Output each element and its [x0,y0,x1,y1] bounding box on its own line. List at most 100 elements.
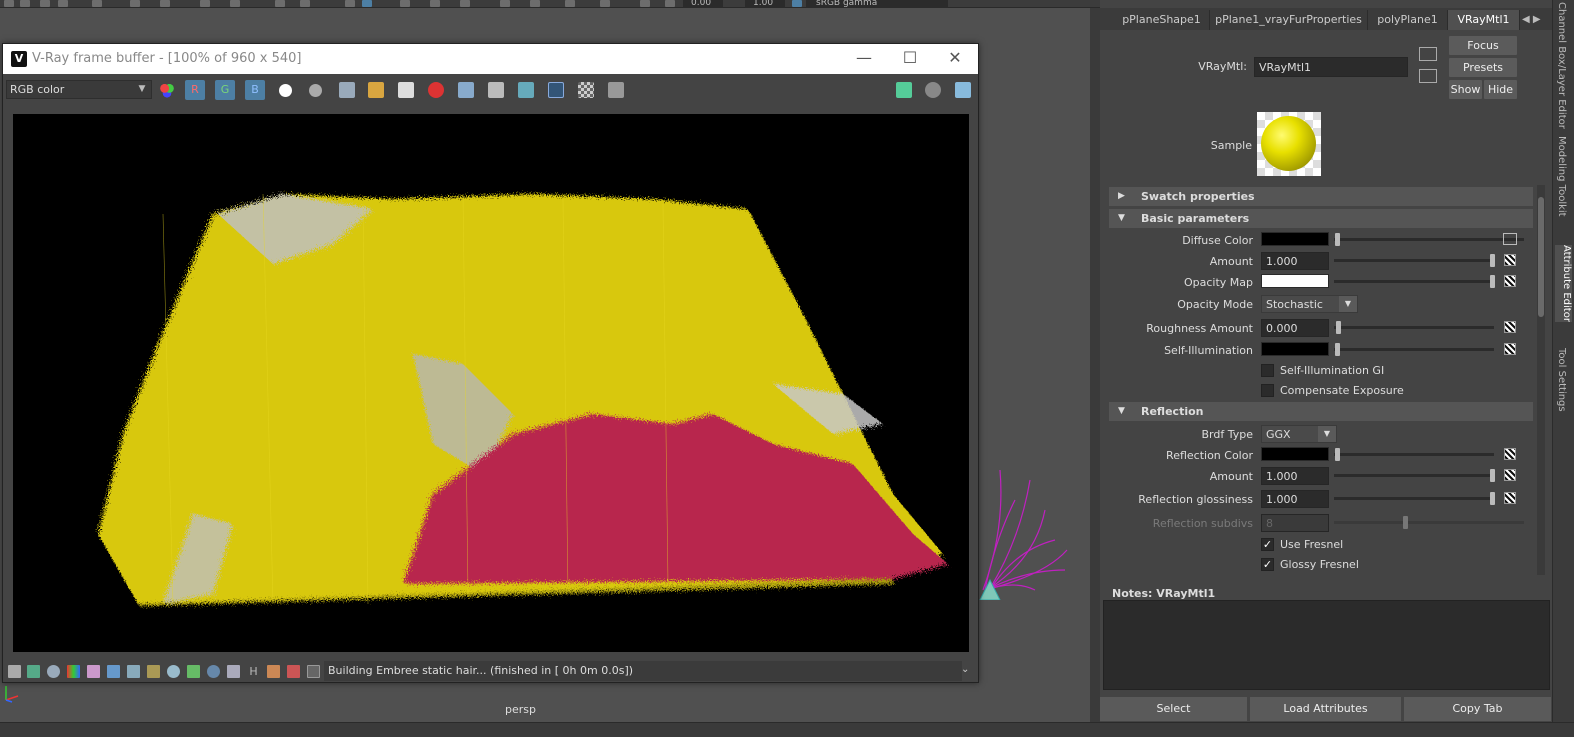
render-canvas[interactable] [13,114,969,652]
toolbar-icon[interactable] [460,0,470,7]
toolbar-icon[interactable] [665,0,675,7]
levels-icon[interactable] [107,665,120,678]
toolbar-icon[interactable] [530,0,540,7]
exposure-icon[interactable] [167,665,180,678]
history-icon[interactable] [548,82,564,98]
reflection-amount-field[interactable]: 1.000 [1261,467,1329,485]
view-transform-dropdown[interactable]: sRGB gamma [806,0,948,8]
toolbar-icon[interactable] [20,0,30,7]
lens-effects-icon[interactable] [307,665,320,678]
section-reflection[interactable]: ▼ Reflection [1109,402,1533,421]
opacity-slider-track[interactable] [1334,280,1494,283]
panel-splitter[interactable] [1090,8,1100,722]
checker-map-icon[interactable] [1504,448,1516,460]
checker-map-icon[interactable] [1504,343,1516,355]
glossy-fresnel-checkbox[interactable]: ✓ [1261,558,1274,571]
checker-map-icon[interactable] [1504,254,1516,266]
render-interactive-icon[interactable] [896,82,912,98]
render-teapot-icon[interactable] [955,82,971,98]
tab-tool-settings[interactable]: Tool Settings [1556,348,1567,412]
duplicate-to-maya-icon[interactable] [458,82,474,98]
tab-pplaneshape1[interactable]: pPlaneShape1 [1114,10,1210,30]
self-illum-slider-track[interactable] [1334,348,1494,351]
tab-modeling-toolkit[interactable]: Modeling Toolkit [1556,136,1567,217]
opacity-slider-handle[interactable] [1490,275,1495,288]
refl-amount-slider-track[interactable] [1334,474,1494,477]
map-connect-icon[interactable] [1503,233,1517,245]
toolbar-icon[interactable] [600,0,610,7]
green-channel-button[interactable]: G [215,80,235,100]
diffuse-slider-track[interactable] [1334,238,1524,241]
red-channel-button[interactable]: R [185,80,205,100]
diffuse-color-swatch[interactable] [1261,232,1329,246]
region-render-icon[interactable] [518,82,534,98]
tab-channel-box-layer-editor[interactable]: Channel Box/Layer Editor [1556,2,1567,129]
load-image-icon[interactable] [368,82,384,98]
output-connections-icon[interactable] [1419,69,1437,83]
presets-button[interactable]: Presets [1449,58,1517,77]
hide-button[interactable]: Hide [1484,80,1517,99]
self-illumination-swatch[interactable] [1261,342,1329,356]
diffuse-slider-handle[interactable] [1335,233,1340,246]
maximize-button[interactable]: ☐ [887,44,933,74]
refl-color-slider-handle[interactable] [1335,448,1340,461]
toolbar-icon[interactable] [92,0,102,7]
checker-map-icon[interactable] [1504,492,1516,504]
close-button[interactable]: ✕ [932,44,978,74]
rgb-curves-icon[interactable] [67,665,80,678]
tab-polyplane1[interactable]: polyPlane1 [1368,10,1448,30]
section-basic-parameters[interactable]: ▼ Basic parameters [1109,209,1533,228]
tab-vraymtl1[interactable]: VRayMtl1 [1448,10,1520,30]
node-name-field[interactable]: VRayMtl1 [1254,57,1408,77]
gamma-value-field[interactable]: 1.00 [745,0,785,8]
open-file-icon[interactable] [8,665,21,678]
tab-attribute-editor[interactable]: Attribute Editor [1555,245,1572,322]
roughness-slider-handle[interactable] [1336,321,1341,334]
toolbar-icon[interactable] [40,0,50,7]
toolbar-icon[interactable] [500,0,510,7]
exposure-field[interactable]: 0.00 [683,0,723,8]
lut-icon[interactable] [187,665,200,678]
glossiness-slider-track[interactable] [1334,497,1494,500]
stop-render-icon[interactable] [925,82,941,98]
amount-slider-handle[interactable] [1490,254,1495,267]
opacity-mode-dropdown[interactable]: Stochastic ▼ [1261,295,1358,313]
toolbar-icon[interactable] [4,0,14,7]
self-illum-slider-handle[interactable] [1335,343,1340,356]
alpha-white-icon[interactable] [279,84,292,97]
checker-map-icon[interactable] [1504,275,1516,287]
pixel-aspect-icon[interactable] [287,665,300,678]
use-fresnel-checkbox[interactable]: ✓ [1261,538,1274,551]
roughness-slider-track[interactable] [1334,326,1494,329]
monochrome-icon[interactable] [309,84,322,97]
display-correction-icon[interactable] [227,665,240,678]
amount-field[interactable]: 1.000 [1261,252,1329,270]
reflection-color-swatch[interactable] [1261,447,1329,461]
reflection-glossiness-field[interactable]: 1.000 [1261,490,1329,508]
refl-color-slider-track[interactable] [1334,453,1494,456]
checker-map-icon[interactable] [1504,469,1516,481]
render-region-icon[interactable] [608,82,624,98]
toolbar-icon[interactable] [400,0,410,7]
histogram-icon[interactable] [127,665,140,678]
info-icon[interactable] [47,665,60,678]
toolbar-icon[interactable] [640,0,650,7]
minimize-button[interactable]: — [841,44,887,74]
color-corrections-icon[interactable] [27,665,40,678]
roughness-amount-field[interactable]: 0.000 [1261,319,1329,337]
ae-scrollbar-thumb[interactable] [1538,197,1544,317]
color-management-icon[interactable] [792,0,802,7]
toolbar-icon[interactable] [565,0,575,7]
compensate-exposure-checkbox[interactable] [1261,384,1274,397]
opacity-map-swatch[interactable] [1261,274,1329,288]
channel-dropdown[interactable]: RGB color ▼ [6,80,152,99]
copy-tab-button[interactable]: Copy Tab [1404,697,1551,721]
toolbar-icon[interactable] [430,0,440,7]
self-illumination-gi-checkbox[interactable] [1261,364,1274,377]
blue-channel-button[interactable]: B [245,80,265,100]
input-connections-icon[interactable] [1419,47,1437,61]
checker-map-icon[interactable] [1504,321,1516,333]
compare-ab-icon[interactable] [267,665,280,678]
select-button[interactable]: Select [1100,697,1247,721]
toolbar-icon[interactable] [58,0,68,7]
